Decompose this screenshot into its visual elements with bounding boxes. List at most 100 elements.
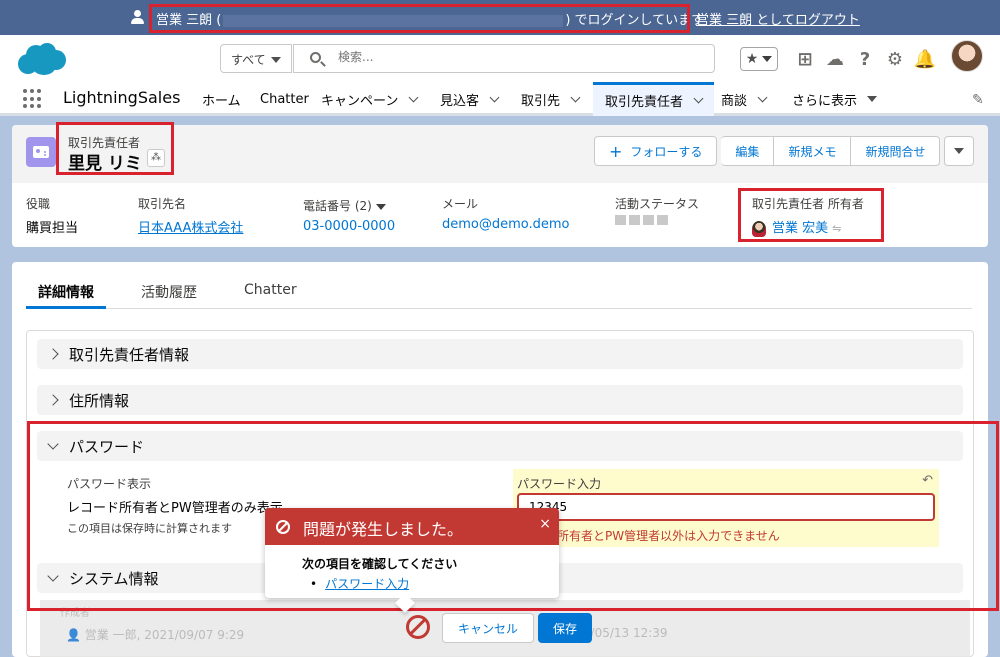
contact-icon xyxy=(26,137,56,167)
masked-username xyxy=(223,14,564,27)
chevron-right-icon xyxy=(47,348,59,360)
section-address[interactable]: 住所情報 xyxy=(37,385,963,415)
app-nav-bar: LightningSales ホーム Chatter キャンペーン 見込客 取引… xyxy=(0,82,1000,116)
nav-item-more[interactable]: さらに表示 xyxy=(792,82,878,116)
search-input[interactable] xyxy=(338,50,698,64)
error-title: 問題が発生しました。 xyxy=(303,520,464,539)
user-icon: 👤 xyxy=(66,628,85,642)
record-header-top: 取引先責任者 里見 リミ ⁂ + フォローする 編集 新規メモ 新規問合せ xyxy=(12,125,988,183)
nav-item-leads[interactable]: 見込客 xyxy=(440,82,500,116)
tab-activity[interactable]: 活動履歴 xyxy=(141,282,197,302)
close-icon[interactable]: × xyxy=(539,516,551,532)
field-label: 作成者 xyxy=(60,608,90,619)
email-link[interactable]: demo@demo.demo xyxy=(442,217,570,232)
nav-item-campaigns[interactable]: キャンペーン xyxy=(321,82,419,116)
global-header: すべて ★ ⊞ ☁ ? ⚙ 🔔 xyxy=(0,35,1000,82)
caret-down-icon xyxy=(271,57,281,63)
error-field-link[interactable]: パスワード入力 xyxy=(325,577,409,591)
salesforce-logo[interactable] xyxy=(14,40,68,76)
help-icon[interactable]: ? xyxy=(850,46,880,72)
search-icon xyxy=(310,52,321,63)
caret-down-icon[interactable] xyxy=(375,203,386,210)
field-value: レコード所有者とPW管理者のみ表示 xyxy=(67,501,283,516)
nav-item-contacts[interactable]: 取引先責任者 xyxy=(593,82,715,116)
account-link[interactable]: 日本AAA株式会社 xyxy=(138,217,243,236)
new-case-button[interactable]: 新規問合せ xyxy=(851,136,941,166)
undo-icon[interactable]: ↶ xyxy=(922,473,933,488)
app-launcher-icon[interactable] xyxy=(23,89,43,109)
record-actions: + フォローする 編集 新規メモ 新規問合せ xyxy=(594,136,975,166)
caret-down-icon xyxy=(867,96,878,102)
follow-label: フォローする xyxy=(630,144,703,159)
nav-item-opportunities[interactable]: 商談 xyxy=(721,82,768,116)
new-memo-button[interactable]: 新規メモ xyxy=(774,136,852,166)
section-password[interactable]: パスワード xyxy=(37,431,963,461)
favorites-button[interactable]: ★ xyxy=(740,47,778,71)
change-owner-icon[interactable]: ⇋ xyxy=(832,222,841,235)
save-button[interactable]: 保存 xyxy=(538,613,592,643)
error-instruction: 次の項目を確認してください xyxy=(302,557,458,571)
chevron-down-icon[interactable] xyxy=(757,92,768,102)
header-icons: ★ ⊞ ☁ ? ⚙ 🔔 xyxy=(740,44,940,74)
edit-button[interactable]: 編集 xyxy=(721,136,775,166)
field-activity-status: 活動ステータス xyxy=(615,195,699,229)
nav-item-chatter[interactable]: Chatter xyxy=(260,82,309,116)
field-label: 取引先名 xyxy=(138,197,187,211)
error-popover-header: 問題が発生しました。 × xyxy=(265,508,559,545)
field-email: メール demo@demo.demo xyxy=(442,195,570,232)
field-label: 活動ステータス xyxy=(615,197,700,211)
field-help-text: この項目は保存時に計算されます xyxy=(67,522,232,535)
chevron-down-icon[interactable] xyxy=(693,93,704,104)
more-actions-button[interactable] xyxy=(944,136,975,166)
impersonated-user: 営業 三朗 ( xyxy=(156,13,222,28)
error-popover: 問題が発生しました。 × 次の項目を確認してください パスワード入力 xyxy=(265,508,559,613)
trailhead-icon[interactable]: ☁ xyxy=(820,46,850,72)
plus-icon: + xyxy=(609,141,623,161)
chevron-down-icon[interactable] xyxy=(408,92,419,102)
search-scope-select[interactable]: すべて xyxy=(220,44,292,73)
masked-value xyxy=(615,215,671,225)
section-title: システム情報 xyxy=(69,569,159,588)
global-search xyxy=(293,44,715,73)
phone-link[interactable]: 03-0000-0000 xyxy=(303,219,395,234)
hierarchy-icon[interactable]: ⁂ xyxy=(147,149,165,167)
section-contact-info[interactable]: 取引先責任者情報 xyxy=(37,339,963,369)
chevron-down-icon[interactable] xyxy=(489,92,500,102)
global-actions-icon[interactable]: ⊞ xyxy=(790,46,820,72)
error-popover-body: 次の項目を確認してください パスワード入力 xyxy=(302,555,457,592)
field-label: パスワード表示 xyxy=(67,477,152,491)
user-icon xyxy=(130,10,144,24)
record-tabs: 詳細情報 活動履歴 Chatter xyxy=(26,262,972,309)
field-title: 役職 購買担当 xyxy=(26,195,78,236)
caret-down-icon xyxy=(954,148,965,154)
login-suffix: ) でログインしています xyxy=(565,13,705,28)
password-input[interactable] xyxy=(517,493,935,521)
tab-details[interactable]: 詳細情報 xyxy=(38,282,94,302)
active-tab-indicator xyxy=(26,306,106,309)
field-account: 取引先名 日本AAA株式会社 xyxy=(138,195,243,236)
setup-gear-icon[interactable]: ⚙ xyxy=(880,46,910,72)
error-ban-icon[interactable] xyxy=(406,615,430,639)
owner-value: 営業 宏美 ⇋ xyxy=(752,217,864,237)
error-field-item: パスワード入力 xyxy=(310,575,457,592)
search-scope-label: すべて xyxy=(231,53,266,67)
nav-item-home[interactable]: ホーム xyxy=(202,82,241,116)
owner-avatar xyxy=(752,220,766,237)
owner-link[interactable]: 営業 宏美 xyxy=(772,221,828,236)
nav-item-accounts[interactable]: 取引先 xyxy=(521,82,581,116)
star-icon: ★ xyxy=(745,51,759,67)
logout-link[interactable]: 営業 三朗 としてログアウト xyxy=(696,9,860,28)
user-avatar[interactable] xyxy=(951,40,983,72)
notifications-bell-icon[interactable]: 🔔 xyxy=(910,46,940,72)
tab-chatter[interactable]: Chatter xyxy=(244,282,297,298)
edit-nav-pencil-icon[interactable]: ✎ xyxy=(972,92,986,108)
follow-button[interactable]: + フォローする xyxy=(594,136,718,166)
impersonation-bar: 営業 三朗 ( ) でログインしています 営業 三朗 としてログアウト xyxy=(0,0,1000,35)
chevron-down-icon[interactable] xyxy=(570,92,581,102)
field-label[interactable]: 電話番号 (2) xyxy=(303,197,395,214)
section-title: 取引先責任者情報 xyxy=(69,345,190,364)
created-by-value: 👤 営業 一郎, 2021/09/07 9:29 xyxy=(66,628,245,642)
password-input-field: パスワード入力 ↶ 所有者とPW管理者以外は入力できません xyxy=(513,469,939,547)
field-label: メール xyxy=(442,197,479,211)
cancel-button[interactable]: キャンセル xyxy=(442,613,534,643)
